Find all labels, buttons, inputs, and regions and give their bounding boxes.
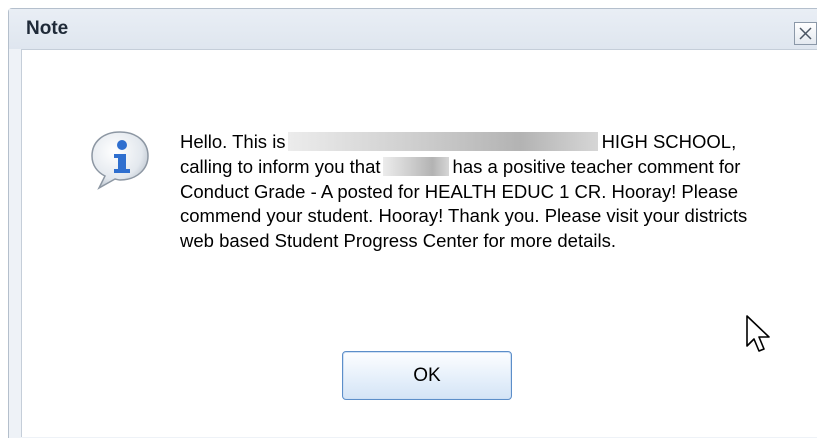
dialog-message: Hello. This is HIGH SCHOOL, calling to in… — [180, 130, 770, 254]
dialog-body: Hello. This is HIGH SCHOOL, calling to in… — [21, 49, 817, 437]
dialog-titlebar[interactable]: Note — [9, 9, 817, 49]
close-icon — [799, 27, 812, 40]
note-dialog: Note Hello. This is HIGH SCHOOL, calling … — [8, 8, 817, 438]
info-icon — [91, 131, 149, 190]
close-button[interactable] — [794, 22, 817, 45]
ok-button[interactable]: OK — [342, 351, 512, 400]
redacted-student-name — [382, 156, 449, 176]
message-part-1: Hello. This is — [180, 131, 286, 152]
redacted-school-name — [287, 132, 598, 151]
mouse-pointer-icon — [746, 315, 770, 352]
dialog-title: Note — [26, 18, 69, 39]
